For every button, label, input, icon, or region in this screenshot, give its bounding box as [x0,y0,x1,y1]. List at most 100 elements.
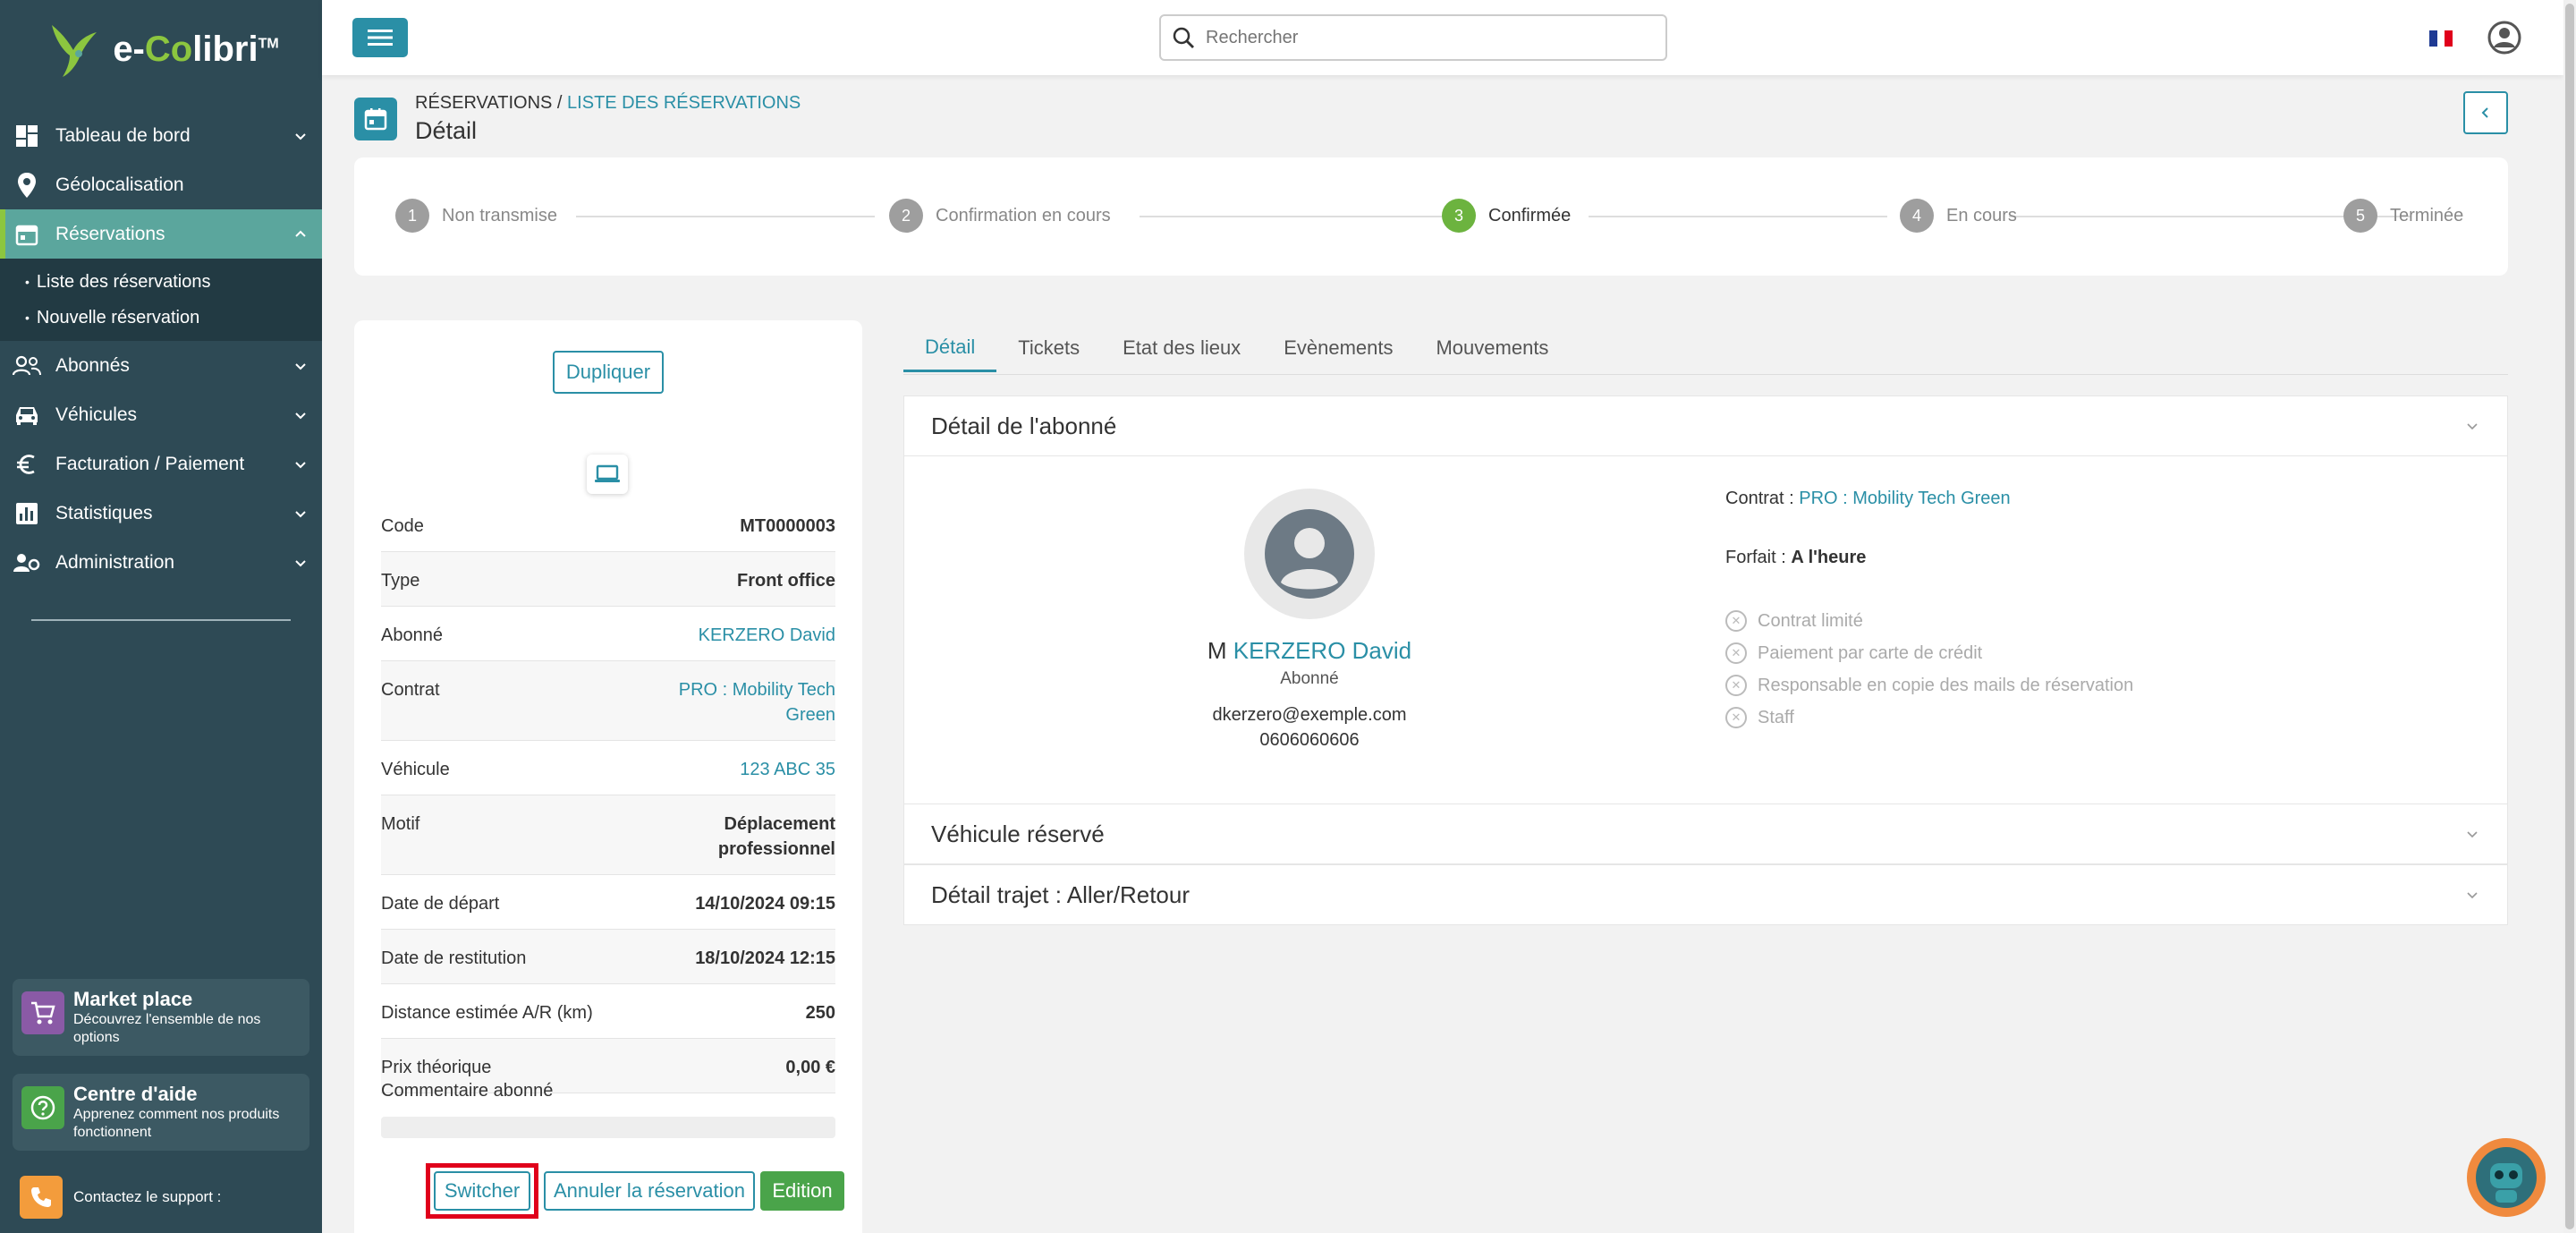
x-circle-icon: ✕ [1725,707,1747,728]
topbar [322,0,2563,75]
french-flag-icon[interactable] [2429,30,2453,47]
reserved-vehicle-panel: Véhicule réservé [903,804,2508,864]
sidebar: e-ColibriTM Tableau de bord Géolocalisat… [0,0,322,1233]
x-circle-icon: ✕ [1725,642,1747,664]
switch-button[interactable]: Switcher [434,1171,530,1211]
trip-panel-header[interactable]: Détail trajet : Aller/Retour [904,865,2507,924]
help-icon [21,1086,64,1129]
sidebar-item-subscribers[interactable]: Abonnés [0,341,322,390]
contract-info: Contrat : PRO : Mobility Tech Green [1725,489,2011,508]
calendar-icon [13,220,41,249]
duplicate-button[interactable]: Dupliquer [553,351,664,394]
location-pin-icon [13,171,41,200]
info-row-reason: Motif Déplacement professionnel [381,795,835,875]
calendar-icon [354,98,397,140]
tab-inspection[interactable]: Etat des lieux [1101,324,1262,372]
comment-label: Commentaire abonné [381,1081,554,1101]
trip-detail-panel: Détail trajet : Aller/Retour [903,864,2508,925]
support-link[interactable]: Contactez le support : [20,1176,221,1219]
chevron-down-icon [295,510,306,517]
subscriber-link[interactable]: KERZERO David [630,623,835,648]
reservation-info-table: Code MT0000003 Type Front office Abonné KER… [381,497,835,1093]
sidebar-item-dashboard[interactable]: Tableau de bord [0,111,322,160]
x-circle-icon: ✕ [1725,610,1747,632]
chevron-down-icon [2467,831,2478,838]
chevron-down-icon [295,412,306,419]
phone-icon [20,1176,63,1219]
step-connector [1140,216,1474,217]
vehicle-panel-header[interactable]: Véhicule réservé [904,804,2507,863]
info-row-vehicle: Véhicule 123 ABC 35 [381,741,835,795]
breadcrumb: RÉSERVATIONS / LISTE DES RÉSERVATIONS [415,93,801,113]
subscriber-panel-body: M KERZERO David Abonné dkerzero@exemple.… [904,455,2507,804]
chevron-down-icon [2467,423,2478,430]
tab-tickets[interactable]: Tickets [996,324,1101,372]
info-row-departure: Date de départ 14/10/2024 09:15 [381,875,835,930]
cancel-reservation-button[interactable]: Annuler la réservation [544,1171,755,1211]
search-box[interactable] [1159,14,1667,61]
sidebar-item-billing[interactable]: Facturation / Paiement [0,439,322,489]
tab-events[interactable]: Evènements [1262,324,1414,372]
sidebar-item-administration[interactable]: Administration [0,538,322,587]
vehicle-link[interactable]: 123 ABC 35 [630,757,835,782]
back-button[interactable] [2463,91,2508,134]
admin-users-icon [13,548,41,577]
card-actions: Switcher Annuler la réservation Edition [426,1163,844,1219]
tab-movements[interactable]: Mouvements [1414,324,1570,372]
page-header: RÉSERVATIONS / LISTE DES RÉSERVATIONS Dé… [354,93,801,145]
step-connector [1589,216,1887,217]
step-not-transmitted: 1 Non transmise [395,199,557,233]
search-input[interactable] [1206,27,1655,48]
user-account-icon[interactable] [2487,20,2522,55]
chatbot-button[interactable] [2467,1138,2546,1217]
info-row-distance: Distance estimée A/R (km) 250 [381,984,835,1039]
contract-value-link[interactable]: PRO : Mobility Tech Green [1799,489,2010,508]
sidebar-item-vehicles[interactable]: Véhicules [0,390,322,439]
sidebar-nav: Tableau de bord Géolocalisation Réservat… [0,111,322,587]
step-confirmed: 3 Confirmée [1442,199,1571,233]
contract-link[interactable]: PRO : Mobility Tech Green [630,677,835,727]
logo[interactable]: e-ColibriTM [0,0,322,98]
hamburger-icon [368,30,393,46]
chevron-down-icon [295,461,306,468]
step-confirmation-pending: 2 Confirmation en cours [889,199,1111,233]
sidebar-subitem-reservation-list[interactable]: Liste des réservations [0,264,322,300]
logo-text: e-ColibriTM [113,29,279,69]
breadcrumb-link-list[interactable]: LISTE DES RÉSERVATIONS [567,93,801,113]
help-center-card[interactable]: Centre d'aide Apprenez comment nos produ… [13,1074,309,1151]
info-row-code: Code MT0000003 [381,497,835,552]
tab-detail[interactable]: Détail [903,324,997,372]
info-row-return: Date de restitution 18/10/2024 12:15 [381,930,835,984]
robot-assistant-icon [2476,1147,2537,1208]
page-scrollbar[interactable] [2563,0,2576,1233]
subscriber-name-link[interactable]: KERZERO David [1233,637,1411,664]
subscriber-panel-header[interactable]: Détail de l'abonné [904,396,2507,455]
users-icon [13,352,41,380]
sidebar-divider [31,619,291,621]
chevron-left-icon [2481,107,2488,118]
sidebar-item-statistics[interactable]: Statistiques [0,489,322,538]
comment-field[interactable] [381,1117,835,1138]
edit-button[interactable]: Edition [760,1171,844,1211]
status-stepper: 1 Non transmise 2 Confirmation en cours 3C… [354,157,2508,276]
tabs-divider [903,374,2508,375]
sidebar-subitem-new-reservation[interactable]: Nouvelle réservation [0,300,322,336]
scrollbar-thumb[interactable] [2565,4,2574,1229]
chevron-down-icon [295,559,306,566]
chevron-down-icon [295,132,306,140]
marketplace-card[interactable]: Market place Découvrez l'ensemble de nos… [13,979,309,1056]
euro-icon [13,450,41,479]
sidebar-item-geolocation[interactable]: Géolocalisation [0,160,322,209]
step-finished: 5 Terminée [2343,199,2463,233]
info-row-contract: Contrat PRO : Mobility Tech Green [381,661,835,741]
switch-highlight: Switcher [426,1163,538,1219]
option-manager-cc: ✕ Responsable en copie des mails de réser… [1725,675,2133,696]
cart-icon [21,991,64,1034]
sidebar-item-reservations[interactable]: Réservations [0,209,322,259]
subscriber-detail-panel: Détail de l'abonné M KERZERO David Abonn… [903,395,2508,805]
user-avatar-icon [1265,509,1354,599]
menu-toggle-button[interactable] [352,18,408,57]
option-staff: ✕ Staff [1725,707,1794,728]
page-title: Détail [415,117,478,144]
chevron-down-icon [2467,892,2478,899]
